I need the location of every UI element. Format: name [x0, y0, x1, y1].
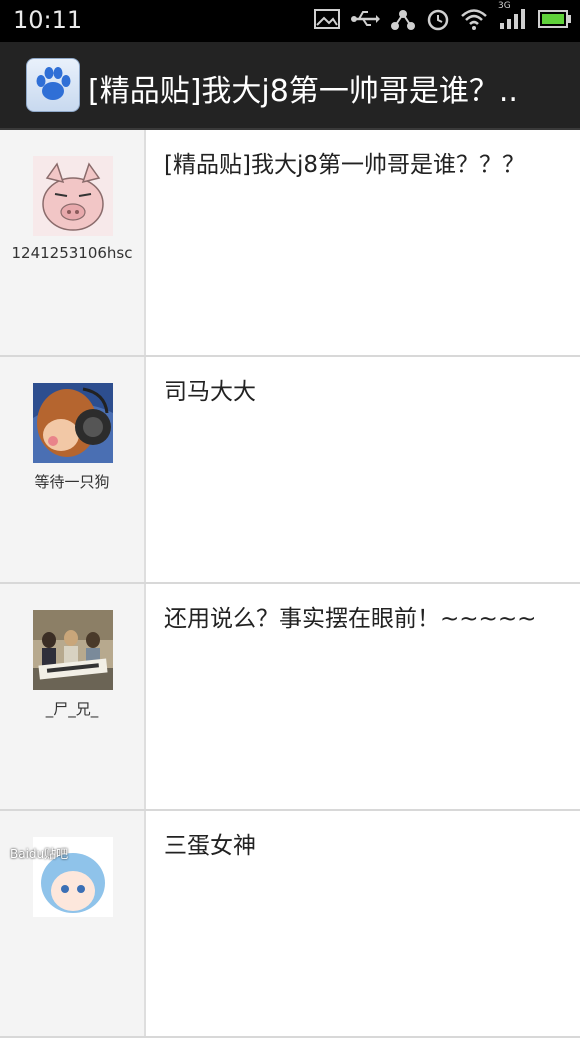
- author-column: 1241253106hsc: [0, 130, 146, 355]
- baidu-paw-icon[interactable]: [26, 58, 80, 112]
- list-item[interactable]: 等待一只狗 司马大大: [0, 357, 580, 584]
- page-title: [精品贴]我大j8第一帅哥是谁？..: [88, 74, 518, 109]
- action-bar: [精品贴]我大j8第一帅哥是谁？..: [0, 42, 580, 130]
- usb-icon: [350, 8, 380, 34]
- watermark: Baidu贴吧: [10, 847, 69, 861]
- post-content: 还用说么？事实摆在眼前！~~~~~: [164, 606, 537, 632]
- signal-icon: 3G: [498, 1, 528, 35]
- status-time: 10:11: [13, 6, 83, 34]
- post-content: 三蛋女神: [164, 833, 256, 859]
- share-icon: [390, 7, 416, 35]
- avatar[interactable]: [33, 610, 113, 690]
- post-list: 1241253106hsc [精品贴]我大j8第一帅哥是谁？？？ 等待一只狗 司…: [0, 130, 580, 1038]
- author-column: _尸_兄_: [0, 584, 146, 809]
- wifi-icon: [460, 7, 488, 35]
- username[interactable]: 1241253106hsc: [0, 244, 144, 262]
- username[interactable]: 等待一只狗: [0, 471, 144, 492]
- network-type-label: 3G: [498, 1, 511, 11]
- post-content: 司马大大: [164, 379, 256, 405]
- author-column: 等待一只狗: [0, 357, 146, 582]
- status-bar: 10:11 3G: [0, 0, 580, 42]
- avatar[interactable]: [33, 156, 113, 236]
- battery-icon: [538, 9, 572, 33]
- username[interactable]: _尸_兄_: [0, 698, 144, 719]
- list-item[interactable]: _尸_兄_ 还用说么？事实摆在眼前！~~~~~: [0, 584, 580, 811]
- list-item[interactable]: 三蛋女神: [0, 811, 580, 1038]
- list-item[interactable]: 1241253106hsc [精品贴]我大j8第一帅哥是谁？？？: [0, 130, 580, 357]
- alarm-icon: [426, 7, 450, 35]
- image-icon: [314, 8, 340, 34]
- avatar[interactable]: [33, 383, 113, 463]
- post-content: [精品贴]我大j8第一帅哥是谁？？？: [164, 152, 525, 178]
